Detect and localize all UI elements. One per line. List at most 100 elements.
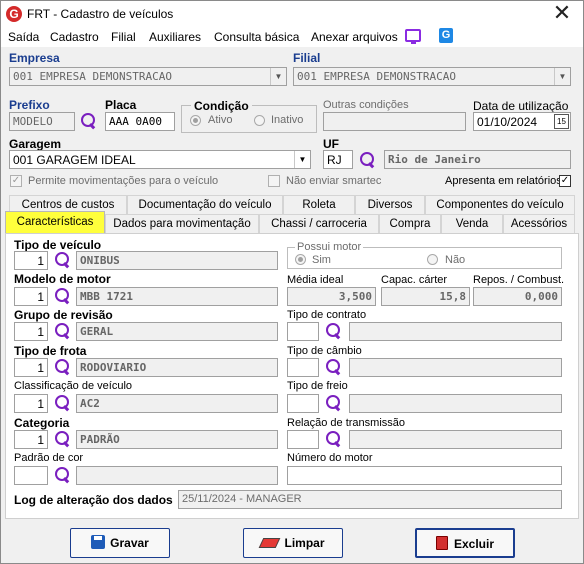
search-icon[interactable] [54,394,72,412]
save-icon [91,535,106,549]
menu-auxiliares[interactable]: Auxiliares [149,30,201,44]
apresenta-relatorios-label: Apresenta em relatórios [445,175,562,187]
tab-documentacao-veiculo[interactable]: Documentação do veículo [127,195,283,214]
chevron-down-icon[interactable]: ▼ [554,68,570,85]
filial-select[interactable]: 001 EMPRESA DEMONSTRACAO [293,67,571,86]
ativo-radio[interactable] [190,115,201,126]
limpar-button[interactable]: Limpar [243,528,343,558]
tab-diversos[interactable]: Diversos [355,195,425,214]
modelo-motor-display: MBB 1721 [76,287,278,306]
apresenta-relatorios-checkbox[interactable]: ✓ [559,175,571,187]
menu-consulta-basica[interactable]: Consulta básica [214,30,299,44]
uf-input[interactable]: RJ [323,150,353,169]
tipo-freio-label: Tipo de freio [287,380,348,392]
tipo-contrato-display [349,322,562,341]
search-icon[interactable] [359,151,377,169]
modelo-motor-code[interactable]: 1 [14,287,48,306]
search-icon[interactable] [54,466,72,484]
calendar-icon[interactable]: 15 [554,114,569,129]
tab-compra[interactable]: Compra [379,214,441,233]
menu-cadastro[interactable]: Cadastro [50,30,99,44]
placa-input[interactable]: AAA 0A00 [105,112,175,131]
permite-movimentacoes-checkbox[interactable]: ✓ [10,175,22,187]
possui-motor-label: Possui motor [295,241,364,253]
classificacao-veiculo-display: AC2 [76,394,278,413]
inativo-label: Inativo [271,114,304,126]
outras-condicoes-label: Outras condições [323,99,409,111]
capac-carter-display: 15,8 [381,287,470,306]
tipo-contrato-code[interactable] [287,322,319,341]
relacao-transmissao-code[interactable] [287,430,319,449]
tipo-frota-display: RODOVIARIO [76,358,278,377]
tab-roleta[interactable]: Roleta [283,195,355,214]
close-icon[interactable]: ✕ [547,2,577,26]
tipo-veiculo-code[interactable]: 1 [14,251,48,270]
tipo-contrato-label: Tipo de contrato [287,309,367,321]
prefixo-label: Prefixo [9,98,50,112]
search-icon[interactable] [54,322,72,340]
motor-sim-radio[interactable] [295,254,306,265]
menu-bar: Saída Cadastro Filial Auxiliares Consult… [1,27,583,47]
grupo-revisao-display: GERAL [76,322,278,341]
permite-movimentacoes-label: Permite movimentações para o veículo [28,175,219,187]
search-icon[interactable] [325,394,343,412]
data-utilizacao-label: Data de utilização [473,99,569,113]
search-icon[interactable] [325,430,343,448]
tab-chassi-carroceria[interactable]: Chassi / carroceria [259,214,379,233]
tipo-cambio-code[interactable] [287,358,319,377]
grupo-revisao-label: Grupo de revisão [14,308,113,322]
grupo-revisao-code[interactable]: 1 [14,322,48,341]
padrao-cor-label: Padrão de cor [14,452,84,464]
monitor-icon[interactable] [405,29,421,44]
limpar-label: Limpar [284,536,325,550]
condicao-label: Condição [191,99,252,113]
search-icon[interactable] [54,358,72,376]
g-app-icon[interactable]: G [439,28,453,43]
uf-label: UF [323,137,339,151]
outras-condicoes-input[interactable] [323,112,466,131]
gravar-button[interactable]: Gravar [70,528,170,558]
tab-caracteristicas[interactable]: Características [5,211,105,233]
window-title: FRT - Cadastro de veículos [27,7,174,21]
excluir-button[interactable]: Excluir [415,528,515,558]
tipo-veiculo-display: ONIBUS [76,251,278,270]
search-icon[interactable] [54,251,72,269]
tipo-cambio-display [349,358,562,377]
search-icon[interactable] [54,430,72,448]
numero-motor-input[interactable] [287,466,562,485]
search-icon[interactable] [325,358,343,376]
tipo-cambio-label: Tipo de câmbio [287,345,362,357]
search-icon[interactable] [54,287,72,305]
tab-acessorios[interactable]: Acessórios [503,214,575,233]
search-icon[interactable] [325,322,343,340]
menu-saida[interactable]: Saída [8,30,39,44]
tab-venda[interactable]: Venda [441,214,503,233]
padrao-cor-code[interactable] [14,466,48,485]
menu-filial[interactable]: Filial [111,30,136,44]
tipo-frota-code[interactable]: 1 [14,358,48,377]
numero-motor-label: Número do motor [287,452,373,464]
search-icon[interactable] [80,112,98,130]
empresa-select[interactable]: 001 EMPRESA DEMONSTRACAO [9,67,287,86]
tipo-veiculo-label: Tipo de veículo [14,238,102,252]
chevron-down-icon[interactable]: ▼ [270,68,286,85]
repos-combust-display: 0,000 [473,287,562,306]
motor-sim-label: Sim [312,254,331,266]
tipo-freio-display [349,394,562,413]
classificacao-veiculo-code[interactable]: 1 [14,394,48,413]
menu-anexar-arquivos[interactable]: Anexar arquivos [311,30,398,44]
inativo-radio[interactable] [254,115,265,126]
eraser-icon [259,538,281,548]
garagem-select[interactable]: 001 GARAGEM IDEAL [9,150,311,169]
ativo-label: Ativo [208,114,233,126]
prefixo-input[interactable]: MODELO [9,112,75,131]
chevron-down-icon[interactable]: ▼ [294,151,310,168]
tab-componentes-veiculo[interactable]: Componentes do veículo [425,195,575,214]
tab-dados-movimentacao[interactable]: Dados para movimentação [105,214,259,233]
categoria-label: Categoria [14,416,70,430]
tipo-freio-code[interactable] [287,394,319,413]
gravar-label: Gravar [110,536,149,550]
nao-enviar-smartec-checkbox[interactable] [268,175,280,187]
motor-nao-radio[interactable] [427,254,438,265]
categoria-code[interactable]: 1 [14,430,48,449]
